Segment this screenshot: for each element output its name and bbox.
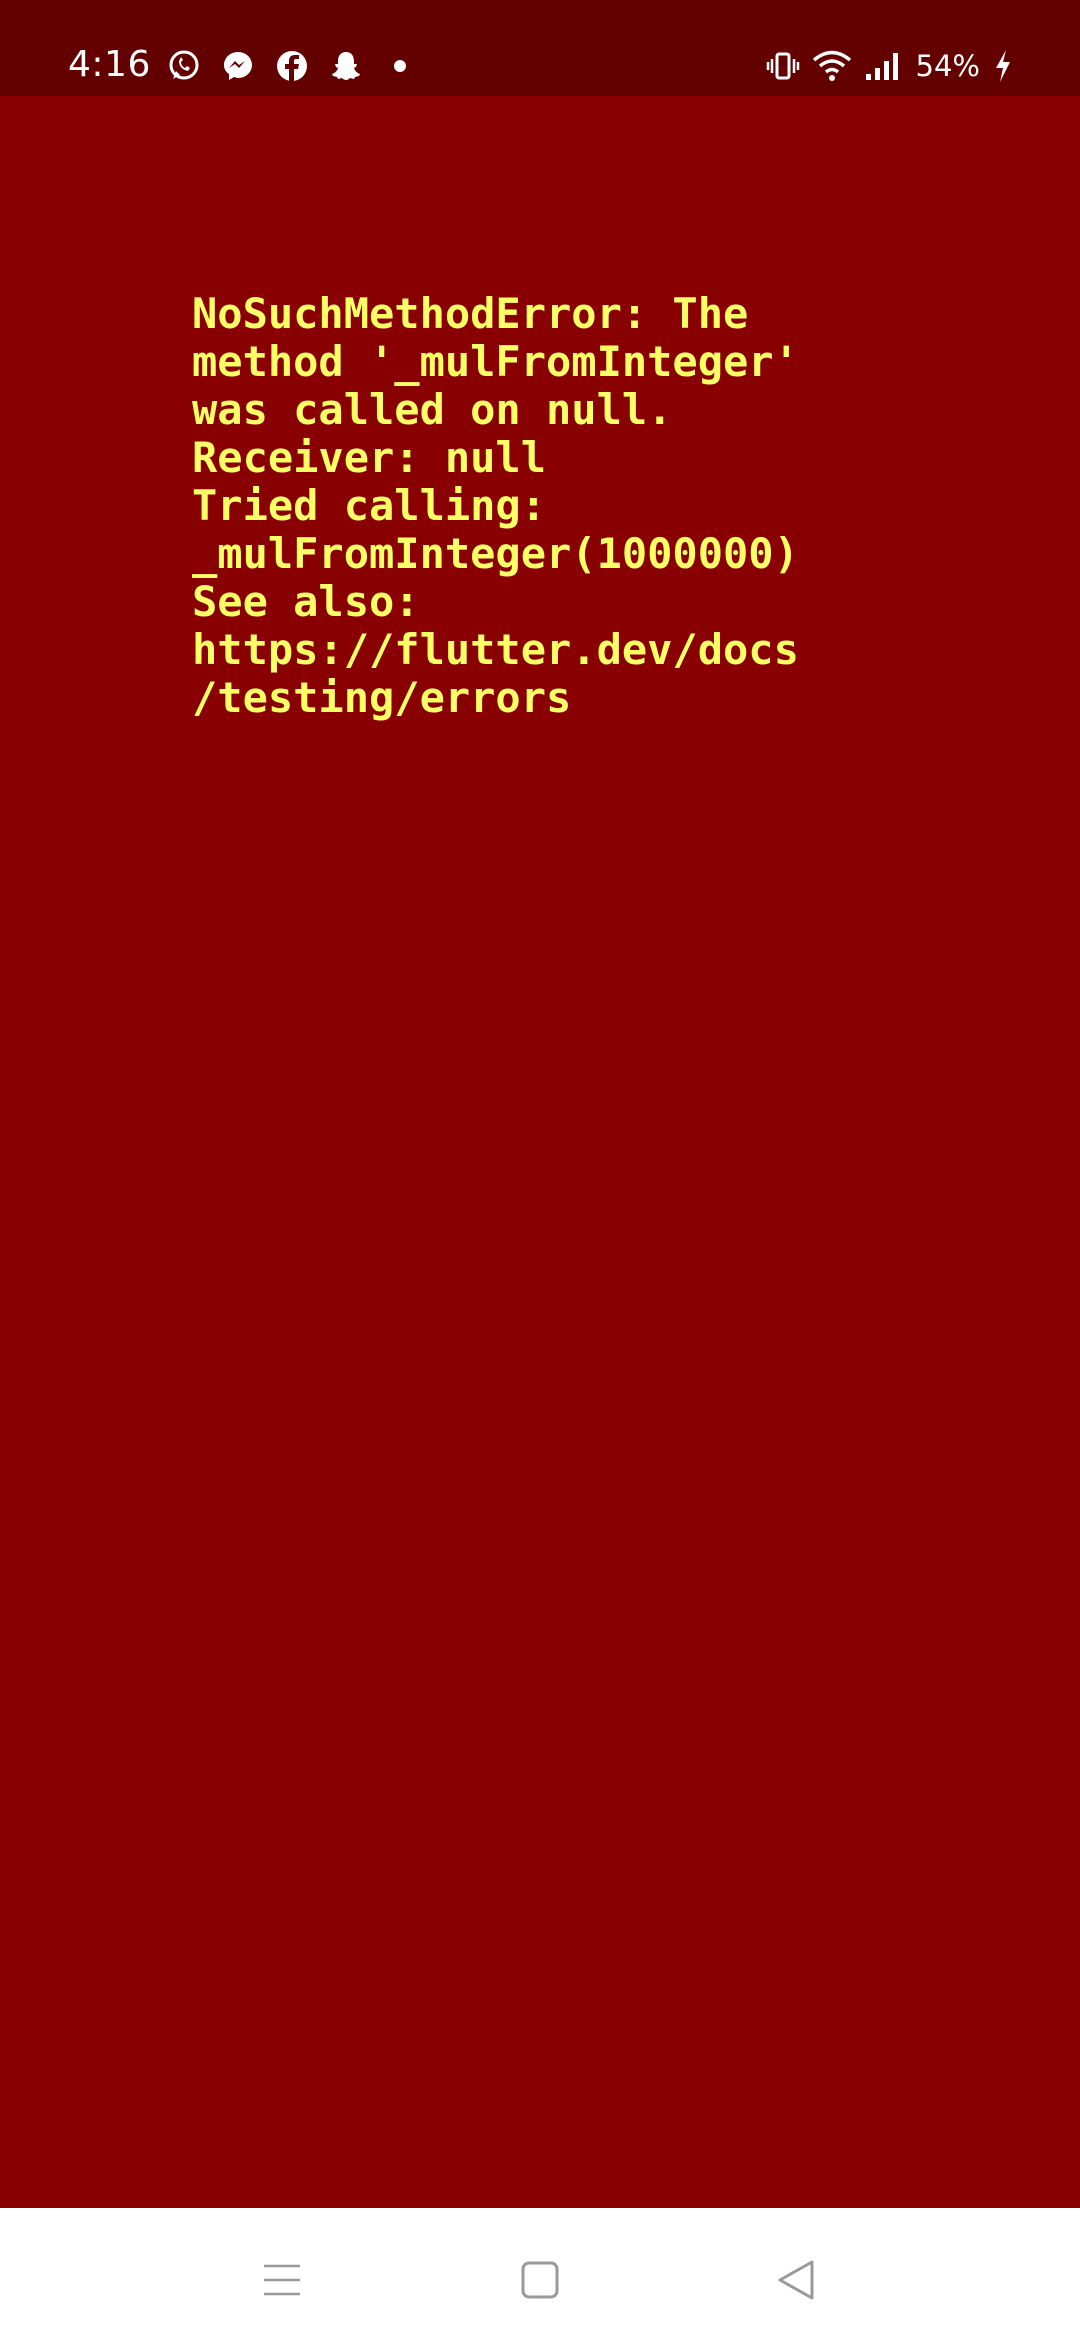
notification-icons: [166, 48, 418, 84]
more-dot-icon: [382, 48, 418, 84]
system-status-icons: 54%: [766, 48, 1014, 84]
error-line: _mulFromInteger(1000000): [192, 529, 799, 578]
status-time: 4:16: [68, 44, 151, 85]
home-button[interactable]: [510, 2250, 570, 2310]
messenger-icon: [220, 48, 256, 84]
error-line: Tried calling:: [192, 481, 547, 530]
navigation-bar: [0, 2208, 1080, 2340]
battery-percent: 54%: [915, 49, 980, 83]
error-line: See also:: [192, 577, 420, 626]
cell-signal-icon: [864, 48, 904, 84]
menu-icon: [264, 2264, 300, 2296]
error-line: NoSuchMethodError: The: [192, 289, 749, 338]
back-button[interactable]: [766, 2250, 826, 2310]
error-line: Receiver: null: [192, 433, 547, 482]
home-icon: [521, 2261, 559, 2299]
error-line: method '_mulFromInteger': [192, 337, 799, 386]
snapchat-icon: [328, 48, 364, 84]
error-link-line: https://flutter.dev/docs: [192, 625, 799, 674]
menu-button[interactable]: [252, 2250, 312, 2310]
vibrate-icon: [766, 48, 800, 84]
wifi-icon: [812, 48, 852, 84]
status-bar: 4:16 54%: [0, 0, 1080, 96]
back-icon: [778, 2260, 814, 2300]
error-link-line: /testing/errors: [192, 673, 572, 722]
error-line: was called on null.: [192, 385, 673, 434]
app-screen: 4:16 54% NoSuchMethodError: The method '…: [0, 0, 1080, 2340]
error-message: NoSuchMethodError: The method '_mulFromI…: [192, 290, 852, 722]
whatsapp-icon: [166, 48, 202, 84]
charging-bolt-icon: [992, 48, 1014, 84]
facebook-icon: [274, 48, 310, 84]
